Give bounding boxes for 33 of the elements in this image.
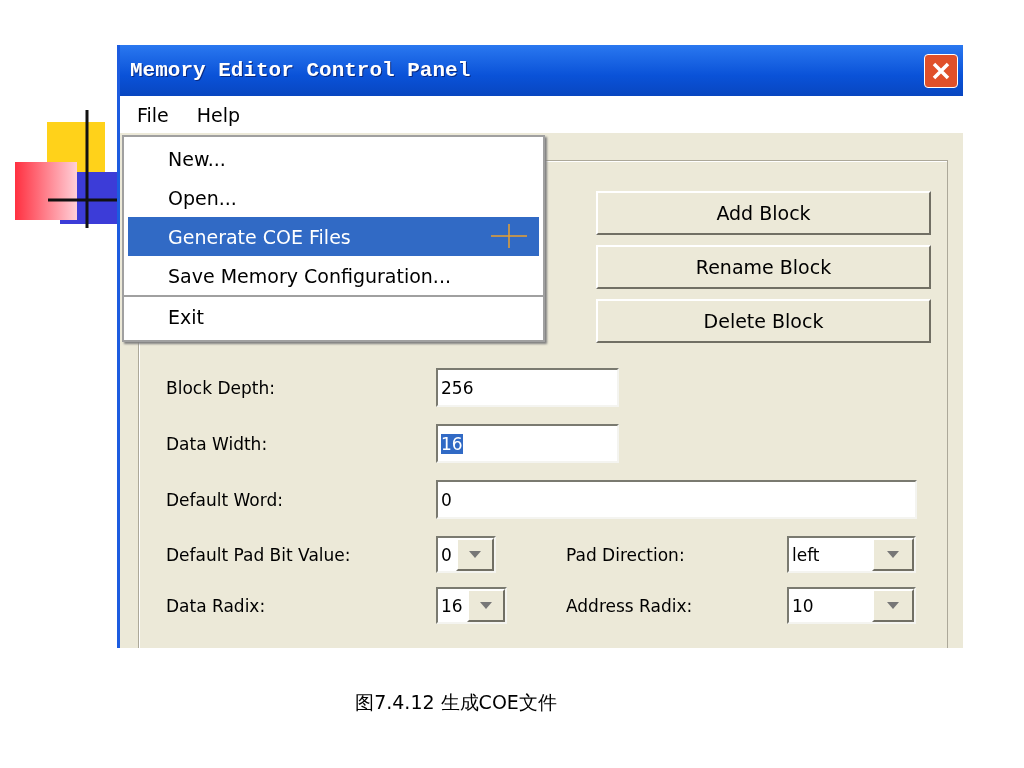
menu-item[interactable]: Generate COE Files	[128, 217, 539, 256]
field-label: Default Pad Bit Value:	[166, 544, 352, 565]
close-button[interactable]	[924, 53, 958, 88]
dropdown[interactable]: 0	[436, 536, 496, 573]
dropdown-arrow-icon	[479, 602, 492, 609]
dropdown[interactable]: 16	[436, 587, 507, 624]
dropdown-arrow-icon	[887, 602, 899, 609]
menu-item[interactable]: Open...	[128, 178, 539, 217]
block-button[interactable]: Rename Block	[596, 245, 931, 289]
dropdown[interactable]: 10	[787, 587, 916, 624]
field-label: Data Width:	[166, 433, 269, 454]
menu-item[interactable]: Help	[193, 101, 244, 128]
block-button[interactable]: Add Block	[596, 191, 931, 235]
menu-item[interactable]: Exit	[124, 295, 543, 336]
menu-item[interactable]: Save Memory Configuration...	[128, 256, 539, 295]
window-title: Memory Editor Control Panel	[130, 59, 471, 82]
figure-caption: 图7.4.12 生成COE文件	[354, 690, 558, 715]
crosshair-cursor-icon	[491, 224, 527, 248]
input-field[interactable]: 256	[436, 368, 619, 407]
field-label: Block Depth:	[166, 377, 276, 398]
dropdown-arrow-icon	[468, 551, 481, 558]
input-field[interactable]: 0	[436, 480, 917, 519]
dropdown[interactable]: left	[787, 536, 916, 573]
close-icon	[931, 60, 951, 81]
input-field[interactable]: 16	[436, 424, 619, 463]
menu-item[interactable]: New...	[128, 139, 539, 178]
field-label: Default Word:	[166, 489, 284, 510]
menu-item[interactable]: File	[134, 101, 172, 128]
field-label: Address Radix:	[566, 595, 694, 616]
block-button[interactable]: Delete Block	[596, 299, 931, 343]
dropdown-arrow-icon	[887, 551, 899, 558]
field-label: Pad Direction:	[566, 544, 686, 565]
field-label: Data Radix:	[166, 595, 267, 616]
